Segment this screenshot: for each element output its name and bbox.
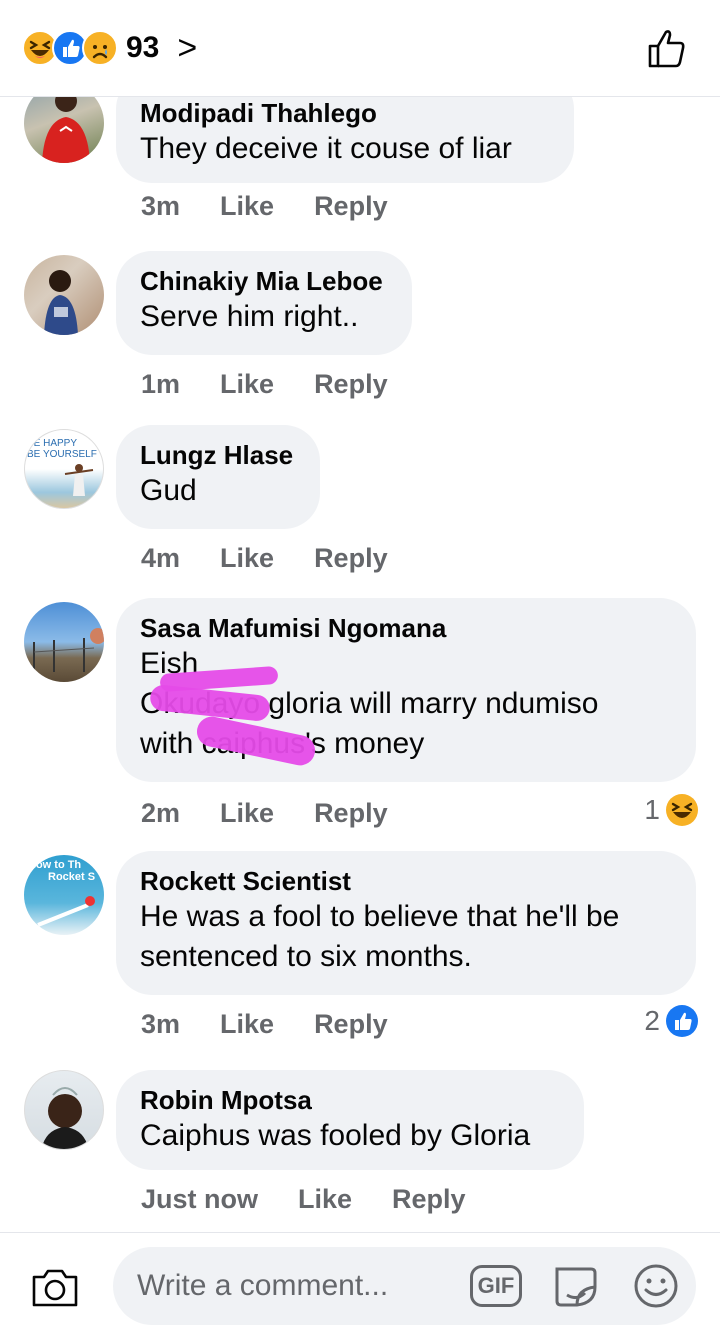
sticker-icon[interactable] xyxy=(551,1261,601,1311)
like-link[interactable]: Like xyxy=(220,369,274,400)
comment-text: Serve him right.. xyxy=(140,300,359,333)
comment-text-line: sentenced to six months. xyxy=(140,940,472,973)
reaction-total-count: 93 xyxy=(126,31,160,64)
comment-bubble[interactable]: Modipadi Thahlego They deceive it couse … xyxy=(116,97,574,183)
reply-link[interactable]: Reply xyxy=(314,1009,388,1040)
reply-link[interactable]: Reply xyxy=(314,543,388,574)
reply-link[interactable]: Reply xyxy=(392,1184,466,1215)
comment-author[interactable]: Chinakiy Mia Leboe xyxy=(140,265,388,297)
comment-author[interactable]: Lungz Hlase xyxy=(140,439,296,471)
like-link[interactable]: Like xyxy=(220,798,274,829)
avatar[interactable] xyxy=(24,97,104,163)
comments-feed[interactable]: Modipadi Thahlego They deceive it couse … xyxy=(0,97,720,1232)
reply-link[interactable]: Reply xyxy=(314,798,388,829)
avatar[interactable] xyxy=(24,255,104,335)
comment-author[interactable]: Modipadi Thahlego xyxy=(140,97,550,129)
comment-time[interactable]: 2m xyxy=(141,798,180,829)
comment-text: Caiphus was fooled by Gloria xyxy=(140,1119,531,1152)
comment-actions: 1m Like Reply xyxy=(141,369,428,400)
avatar[interactable]: BE HAPPY BE YOURSELF xyxy=(24,429,104,509)
comment-author[interactable]: Rockett Scientist xyxy=(140,865,672,897)
comment-bubble[interactable]: Rockett Scientist He was a fool to belie… xyxy=(116,851,696,995)
comment-actions: Just now Like Reply xyxy=(141,1184,506,1215)
comment-composer: Write a comment... GIF xyxy=(0,1232,720,1336)
like-link[interactable]: Like xyxy=(220,543,274,574)
gif-button[interactable]: GIF xyxy=(470,1265,522,1307)
comment-time[interactable]: Just now xyxy=(141,1184,258,1215)
comment-reaction-count[interactable]: 2 xyxy=(644,1005,698,1037)
comment-bubble[interactable]: Lungz Hlase Gud xyxy=(116,425,320,529)
sad-icon xyxy=(82,30,118,66)
comment-bubble[interactable]: Chinakiy Mia Leboe Serve him right.. xyxy=(116,251,412,355)
haha-icon xyxy=(666,794,698,826)
chevron-right-icon[interactable]: > xyxy=(177,31,197,65)
like-link[interactable]: Like xyxy=(220,191,274,222)
reactions-summary[interactable]: 93 > xyxy=(22,28,197,68)
reply-link[interactable]: Reply xyxy=(314,369,388,400)
comment-time[interactable]: 3m xyxy=(141,191,180,222)
avatar[interactable]: How to Th Rocket S xyxy=(24,855,104,935)
emoji-icon[interactable] xyxy=(631,1261,681,1311)
comment-time[interactable]: 3m xyxy=(141,1009,180,1040)
like-thumb-icon[interactable] xyxy=(646,26,690,70)
comment-actions: 3m Like Reply xyxy=(141,191,428,222)
comment-actions: 3m Like Reply xyxy=(141,1009,428,1040)
comment-reaction-count[interactable]: 1 xyxy=(644,794,698,826)
comment-text-line: He was a fool to believe that he'll be xyxy=(140,900,620,933)
comment-actions: 2m Like Reply xyxy=(141,798,428,829)
comment-text: Gud xyxy=(140,474,197,507)
comment-input[interactable]: Write a comment... GIF xyxy=(113,1247,696,1325)
like-link[interactable]: Like xyxy=(298,1184,352,1215)
comment-text: They deceive it couse of liar xyxy=(140,132,512,165)
comment-bubble[interactable]: Robin Mpotsa Caiphus was fooled by Glori… xyxy=(116,1070,584,1170)
comment-author[interactable]: Sasa Mafumisi Ngomana xyxy=(140,612,672,644)
like-icon xyxy=(666,1005,698,1037)
avatar[interactable] xyxy=(24,1070,104,1150)
camera-icon[interactable] xyxy=(30,1265,80,1309)
comment-time[interactable]: 1m xyxy=(141,369,180,400)
comment-placeholder: Write a comment... xyxy=(137,1269,389,1302)
avatar[interactable] xyxy=(24,602,104,682)
comment-time[interactable]: 4m xyxy=(141,543,180,574)
like-link[interactable]: Like xyxy=(220,1009,274,1040)
reactions-header: 93 > xyxy=(0,0,720,97)
comment-bubble[interactable]: Sasa Mafumisi Ngomana Eish Okudayo glori… xyxy=(116,598,696,782)
comment-actions: 4m Like Reply xyxy=(141,543,428,574)
reply-link[interactable]: Reply xyxy=(314,191,388,222)
comment-author[interactable]: Robin Mpotsa xyxy=(140,1084,560,1116)
